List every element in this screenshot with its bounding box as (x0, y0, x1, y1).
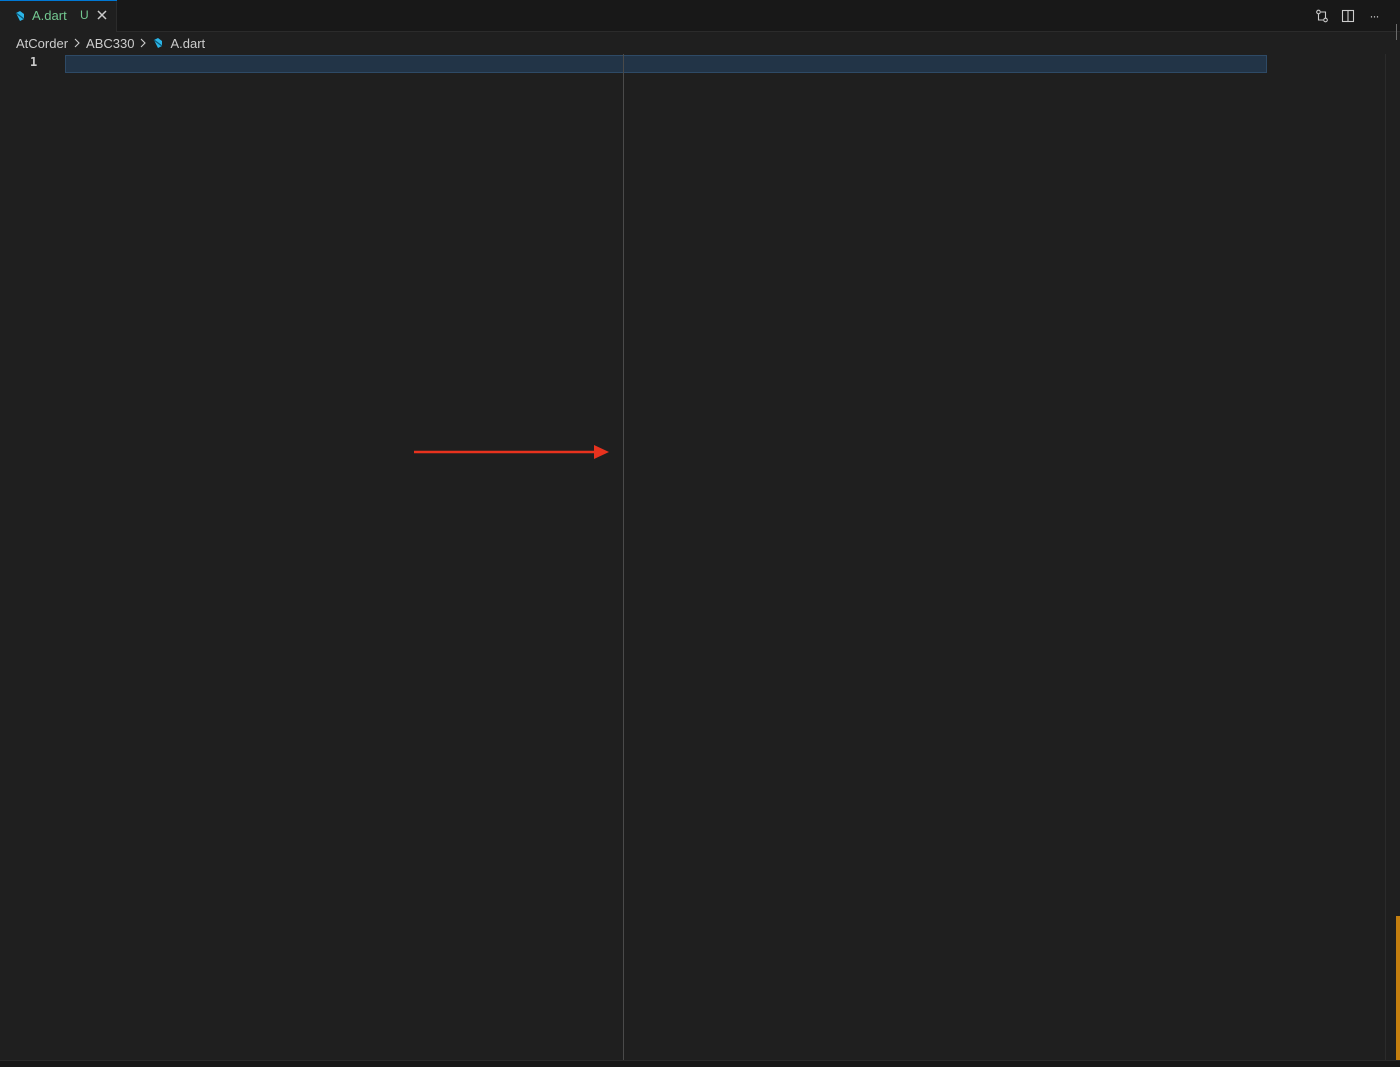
breadcrumb-item-a-dart[interactable]: A.dart (170, 36, 205, 51)
git-status-badge: U (80, 8, 89, 22)
arrow-right-icon (414, 445, 609, 459)
status-bar-edge (0, 1060, 1400, 1067)
more-actions-button[interactable]: ··· (1366, 8, 1382, 24)
breadcrumb-item-abc330[interactable]: ABC330 (86, 36, 134, 51)
tab-a-dart[interactable]: A.dart U (0, 0, 117, 32)
active-tab-indicator (0, 0, 117, 1)
line-number: 1 (30, 55, 38, 69)
compare-changes-button[interactable] (1314, 8, 1330, 24)
close-icon[interactable] (96, 9, 108, 21)
chevron-right-icon (141, 38, 147, 48)
compare-changes-icon (1316, 9, 1328, 23)
chevron-right-icon (74, 38, 80, 48)
breadcrumb: AtCorder ABC330 A.dart (0, 32, 1400, 54)
vertical-scrollbar[interactable] (1385, 54, 1400, 1060)
editor-actions: ··· (1314, 8, 1382, 24)
dart-file-icon (15, 11, 25, 21)
current-line-highlight (65, 55, 1267, 73)
tab-label: A.dart (32, 8, 67, 23)
more-actions-icon: ··· (1369, 9, 1380, 23)
dart-file-icon (154, 38, 163, 48)
tab-bar: A.dart U ··· (0, 0, 1400, 32)
breadcrumb-item-atcorder[interactable]: AtCorder (16, 36, 68, 51)
scrollbar-edge (1396, 24, 1400, 40)
split-editor-icon (1341, 9, 1355, 23)
code-editor[interactable]: 1 (0, 54, 1385, 1060)
editor-window: A.dart U ··· AtCorder ABC330 A.dart 1 (0, 0, 1400, 1067)
split-editor-button[interactable] (1340, 8, 1356, 24)
editor-ruler (623, 54, 624, 1060)
scrollbar-marker (1396, 916, 1400, 1060)
